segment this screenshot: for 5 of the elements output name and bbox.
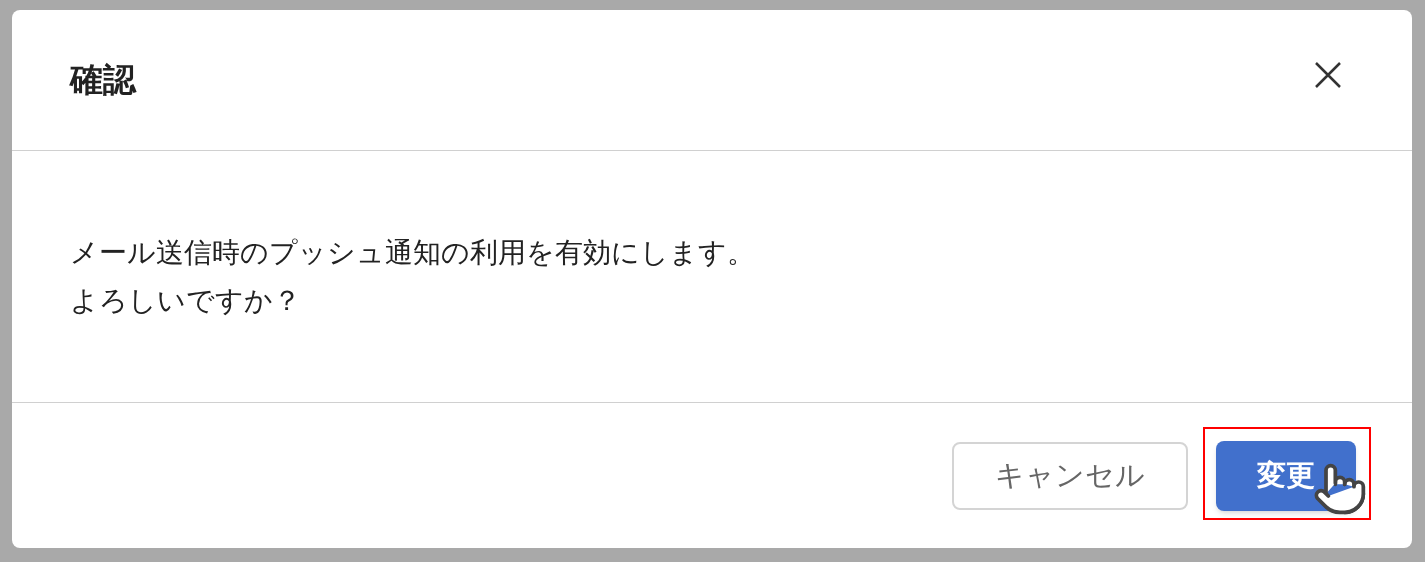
dialog-title: 確認 [70,60,136,101]
close-icon[interactable] [1314,61,1342,89]
cancel-button[interactable]: キャンセル [952,441,1188,510]
message-text: メール送信時のプッシュ通知の利用を有効にします。 [70,235,756,270]
message-text: よろしいですか？ [70,283,302,318]
